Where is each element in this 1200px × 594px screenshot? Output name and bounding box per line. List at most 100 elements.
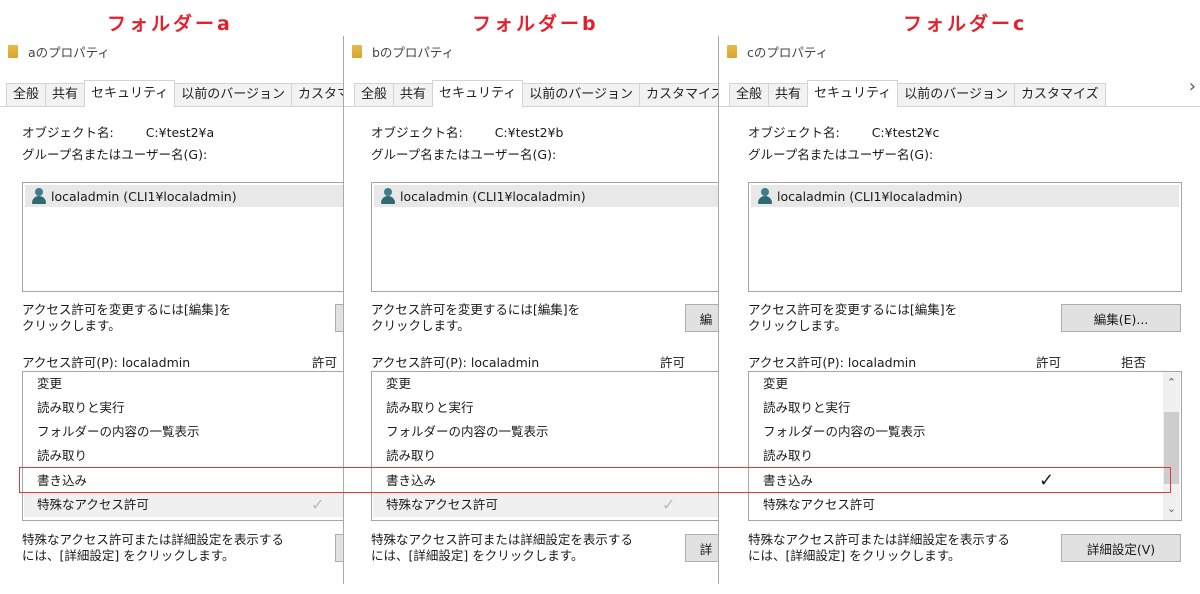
properties-dialog-b: bのプロパティ 全般 共有 セキュリティ 以前のバージョン カスタマイズ オブジ… bbox=[344, 36, 718, 594]
tab-sharing[interactable]: 共有 bbox=[768, 83, 809, 106]
properties-dialog-c: cのプロパティ › 全般 共有 セキュリティ 以前のバージョン カスタマイズ オ… bbox=[719, 36, 1200, 594]
advanced-note-line-1: 特殊なアクセス許可または詳細設定を表示する bbox=[22, 532, 284, 547]
titlebar: cのプロパティ bbox=[719, 36, 1200, 66]
user-icon bbox=[380, 188, 396, 204]
window-title: cのプロパティ bbox=[747, 44, 829, 60]
tab-general[interactable]: 全般 bbox=[6, 83, 47, 106]
chevron-down-icon[interactable]: ⌄ bbox=[1163, 500, 1180, 517]
edit-button[interactable]: 編集(E)... bbox=[1061, 304, 1181, 332]
folder-icon bbox=[727, 44, 737, 58]
perm-special: 特殊なアクセス許可 bbox=[763, 497, 875, 512]
permissions-list[interactable]: 変更 読み取りと実行 フォルダーの内容の一覧表示 読み取り 書き込み 特殊なアク… bbox=[22, 371, 343, 521]
perm-list-folder: フォルダーの内容の一覧表示 bbox=[763, 424, 926, 439]
properties-dialog-a: aのプロパティ 全般 共有 セキュリティ 以前のバージョン カスタマ オブジェク… bbox=[0, 36, 343, 594]
caption-folder-a: フォルダーa bbox=[107, 13, 233, 35]
edit-note: アクセス許可を変更するには[編集]を クリックします。 bbox=[748, 302, 957, 334]
perm-modify: 変更 bbox=[386, 376, 412, 391]
object-name-row: オブジェクト名: C:¥test2¥a bbox=[22, 122, 214, 141]
scrollbar-thumb[interactable] bbox=[1164, 412, 1179, 484]
users-list[interactable]: localadmin (CLI1¥localadmin) bbox=[371, 182, 718, 292]
user-name: localadmin (CLI1¥localadmin) bbox=[777, 188, 963, 204]
edit-note-line-2: クリックします。 bbox=[371, 318, 470, 333]
edit-note-line-1: アクセス許可を変更するには[編集]を bbox=[371, 302, 581, 317]
user-icon bbox=[757, 188, 773, 204]
window-title: bのプロパティ bbox=[372, 44, 455, 60]
edit-note-line-1: アクセス許可を変更するには[編集]を bbox=[748, 302, 958, 317]
user-row-localadmin[interactable]: localadmin (CLI1¥localadmin) bbox=[374, 185, 718, 207]
user-row-localadmin[interactable]: localadmin (CLI1¥localadmin) bbox=[751, 185, 1179, 207]
checkmark-icon: ✓ bbox=[311, 495, 325, 514]
perm-special: 特殊なアクセス許可 bbox=[24, 493, 343, 517]
tab-customize[interactable]: カスタマイズ bbox=[639, 83, 718, 106]
checkmark-icon: ✓ bbox=[662, 495, 676, 514]
advanced-note: 特殊なアクセス許可または詳細設定を表示する には、[詳細設定] をクリックします… bbox=[748, 532, 1010, 564]
permissions-list[interactable]: 変更 読み取りと実行 フォルダーの内容の一覧表示 読み取り 書き込み 特殊なアク… bbox=[371, 371, 718, 521]
edit-note: アクセス許可を変更するには[編集]を クリックします。 bbox=[22, 302, 231, 334]
edit-note-line-2: クリックします。 bbox=[748, 318, 847, 333]
user-row-localadmin[interactable]: localadmin (CLI1¥localadmin) bbox=[25, 185, 343, 207]
perm-write: 書き込み bbox=[386, 473, 437, 488]
permissions-label: アクセス許可(P): localadmin bbox=[371, 355, 540, 370]
advanced-button[interactable] bbox=[335, 534, 343, 562]
users-list[interactable]: localadmin (CLI1¥localadmin) bbox=[748, 182, 1182, 292]
titlebar: bのプロパティ bbox=[344, 36, 718, 66]
perm-modify: 変更 bbox=[37, 376, 63, 391]
allow-header: 許可 bbox=[660, 355, 686, 370]
tab-strip: 全般 共有 セキュリティ 以前のバージョン カスタマイズ bbox=[719, 80, 1200, 107]
object-name-value: C:¥test2¥a bbox=[145, 125, 215, 140]
edit-note-line-2: クリックします。 bbox=[22, 318, 121, 333]
caption-folder-c: フォルダーc bbox=[903, 13, 1028, 35]
advanced-button[interactable]: 詳細設定(V) bbox=[1061, 534, 1181, 562]
group-label: グループ名またはユーザー名(G): bbox=[22, 147, 208, 162]
advanced-note-line-1: 特殊なアクセス許可または詳細設定を表示する bbox=[748, 532, 1010, 547]
tab-customize[interactable]: カスタマイズ bbox=[1014, 83, 1106, 106]
tab-previous-versions[interactable]: 以前のバージョン bbox=[174, 83, 293, 106]
users-list[interactable]: localadmin (CLI1¥localadmin) bbox=[22, 182, 343, 292]
folder-icon bbox=[352, 44, 362, 58]
edit-button[interactable] bbox=[335, 304, 343, 332]
perm-read: 読み取り bbox=[763, 448, 814, 463]
perm-write: 書き込み bbox=[37, 473, 88, 488]
tab-general[interactable]: 全般 bbox=[354, 83, 395, 106]
tab-sharing[interactable]: 共有 bbox=[393, 83, 434, 106]
tab-customize[interactable]: カスタマ bbox=[291, 83, 343, 106]
caption-folder-b: フォルダーb bbox=[472, 13, 599, 35]
advanced-note-line-2: には、[詳細設定] をクリックします。 bbox=[22, 548, 235, 563]
tab-previous-versions[interactable]: 以前のバージョン bbox=[897, 83, 1016, 106]
user-name: localadmin (CLI1¥localadmin) bbox=[51, 188, 237, 204]
perm-list-folder: フォルダーの内容の一覧表示 bbox=[37, 424, 200, 439]
advanced-button[interactable]: 詳 bbox=[685, 534, 718, 562]
tab-security[interactable]: セキュリティ bbox=[807, 80, 899, 107]
permissions-list[interactable]: 変更 読み取りと実行 フォルダーの内容の一覧表示 読み取り 書き込み ✓ 特殊な… bbox=[748, 371, 1182, 521]
perm-modify: 変更 bbox=[763, 376, 789, 391]
tab-sharing[interactable]: 共有 bbox=[45, 83, 86, 106]
checkmark-icon: ✓ bbox=[1039, 470, 1055, 491]
window-title: aのプロパティ bbox=[28, 44, 110, 60]
tab-security[interactable]: セキュリティ bbox=[432, 80, 524, 107]
object-name-label: オブジェクト名: bbox=[22, 125, 114, 140]
folder-icon bbox=[8, 44, 18, 58]
object-name-label: オブジェクト名: bbox=[371, 125, 463, 140]
object-name-label: オブジェクト名: bbox=[748, 125, 840, 140]
edit-button[interactable]: 編 bbox=[685, 304, 718, 332]
perm-read: 読み取り bbox=[37, 448, 88, 463]
allow-header: 許可 bbox=[312, 355, 338, 370]
permissions-label: アクセス許可(P): localadmin bbox=[22, 355, 191, 370]
perm-read-execute: 読み取りと実行 bbox=[763, 400, 851, 415]
permissions-label: アクセス許可(P): localadmin bbox=[748, 355, 917, 370]
tab-strip: 全般 共有 セキュリティ 以前のバージョン カスタマ bbox=[0, 80, 343, 107]
edit-note-line-1: アクセス許可を変更するには[編集]を bbox=[22, 302, 232, 317]
advanced-note-line-1: 特殊なアクセス許可または詳細設定を表示する bbox=[371, 532, 633, 547]
tab-general[interactable]: 全般 bbox=[729, 83, 770, 106]
object-name-row: オブジェクト名: C:¥test2¥c bbox=[748, 122, 939, 141]
advanced-note-line-2: には、[詳細設定] をクリックします。 bbox=[371, 548, 584, 563]
chevron-up-icon[interactable]: ⌃ bbox=[1163, 374, 1180, 391]
object-name-value: C:¥test2¥c bbox=[871, 125, 940, 140]
scrollbar[interactable]: ⌃ ⌄ bbox=[1163, 372, 1180, 520]
object-name-value: C:¥test2¥b bbox=[494, 125, 564, 140]
tab-security[interactable]: セキュリティ bbox=[84, 80, 176, 107]
perm-list-folder: フォルダーの内容の一覧表示 bbox=[386, 424, 549, 439]
group-label: グループ名またはユーザー名(G): bbox=[371, 147, 557, 162]
user-icon bbox=[31, 188, 47, 204]
tab-previous-versions[interactable]: 以前のバージョン bbox=[522, 83, 641, 106]
